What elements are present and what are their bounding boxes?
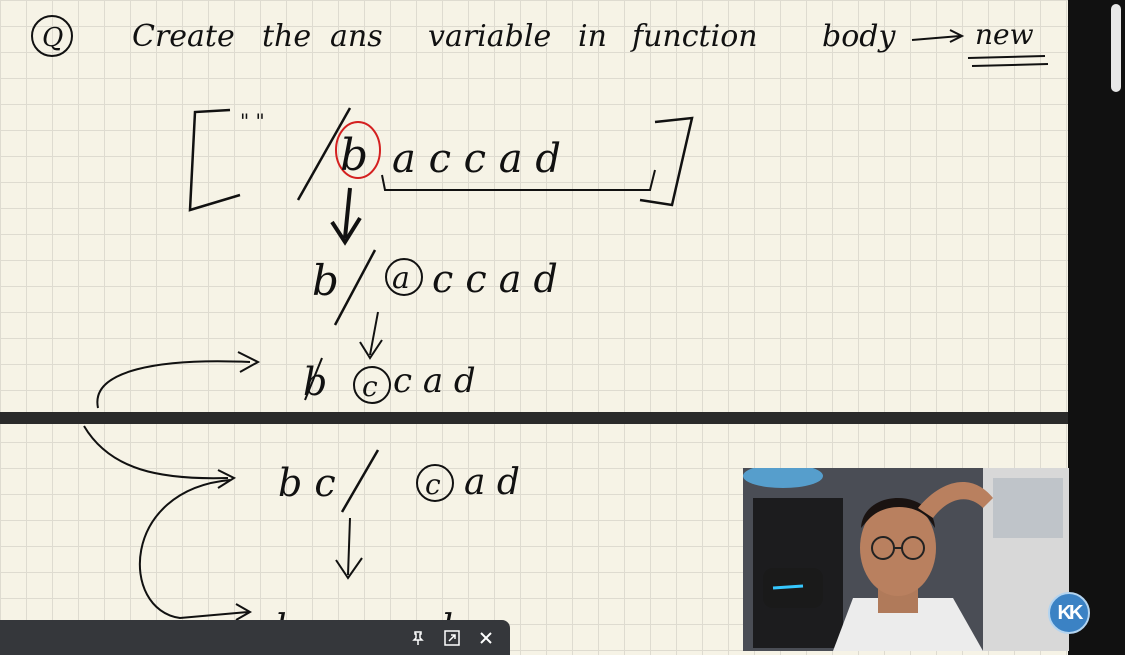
row4-left: b c [278,461,336,505]
right-bracket [639,116,694,207]
pin-icon[interactable] [408,628,428,648]
loop-arrow-3 [138,479,253,621]
webcam-overlay [743,468,1069,651]
loop-arrow-1 [96,351,261,409]
pip-toolbar [0,620,510,655]
vertical-scrollbar[interactable] [1068,0,1125,655]
bold-down-arrow [330,187,362,246]
heading-word-7: body [822,19,896,54]
channel-logo: KK [1048,592,1090,634]
row4-rest: a d [464,462,520,503]
heading-word-8: new [975,18,1034,51]
down-arrow-4 [335,517,363,580]
scroll-thumb[interactable] [1111,4,1121,92]
row3-rest: c a d [393,361,476,401]
expand-icon[interactable] [442,628,462,648]
row4-circled: c [425,468,441,501]
loop-arrow-2 [83,425,237,489]
page-divider [0,412,1068,424]
heading-word-6: function [630,19,758,54]
left-bracket [188,108,241,212]
heading-word-1: Create [132,19,235,54]
row2-left: b [312,256,339,305]
heading-word-5: in [578,19,607,54]
down-arrow-2 [359,311,383,360]
row2-circled: a [392,261,410,296]
row2-rest: c c a d [432,257,558,301]
heading-word-2: the [262,19,311,54]
heading-word-4: variable [428,19,551,54]
heading-marker: Q [42,23,63,53]
heading-word-3: ans [330,19,383,54]
presenter-video [743,468,1069,651]
row1-rest: a c c a d [392,136,561,182]
row2-slash [333,249,377,326]
close-icon[interactable] [476,628,496,648]
row4-slash [340,449,380,513]
row1-quotes: " " [240,109,265,133]
row3-circled: c [362,370,378,403]
arrow-right [911,29,965,43]
underline [967,55,1049,67]
row1-first-char: b [340,130,368,181]
